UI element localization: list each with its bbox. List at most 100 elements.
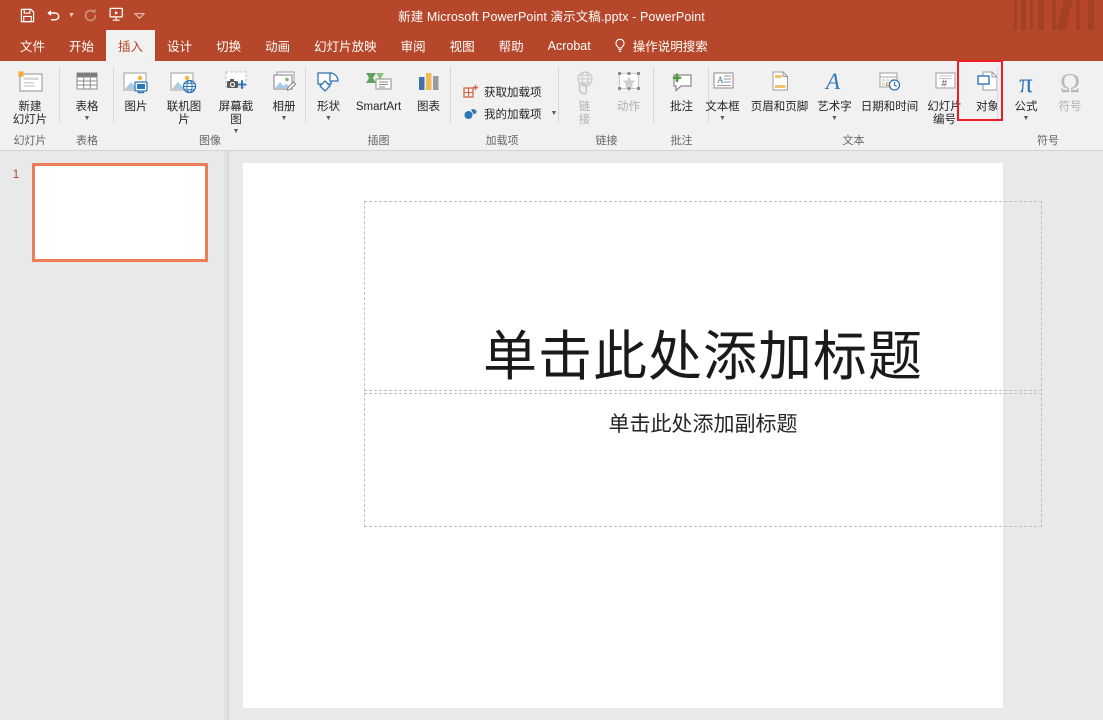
subtitle-placeholder[interactable]: 单击此处添加副标题 [364, 393, 1042, 527]
svg-text:A: A [717, 75, 724, 85]
online-picture-button[interactable]: 联机图片 [158, 65, 210, 127]
title-placeholder-text: 单击此处添加标题 [483, 326, 923, 387]
work-area: 1 单击此处添加标题 单击此处添加副标题 [0, 151, 1103, 720]
new-slide-label: 新建 幻灯片 [12, 101, 48, 126]
undo-icon[interactable] [40, 3, 66, 27]
screenshot-button[interactable]: 屏幕截图 ▼ [210, 65, 262, 135]
subtitle-placeholder-text: 单击此处添加副标题 [608, 413, 798, 436]
textbox-button[interactable]: A 文本框 ▼ [699, 65, 747, 122]
date-time-label: 日期和时间 [860, 101, 919, 113]
tab-design[interactable]: 设计 [155, 30, 204, 61]
photo-album-icon [268, 67, 300, 99]
ribbon-group-table: 表格 ▼ 表格 [60, 61, 114, 151]
slide-number-button[interactable]: # 幻灯片 编号 [923, 65, 967, 127]
thumbnail-scrollbar[interactable] [224, 151, 228, 720]
ribbon-group-addins: 获取加载项 我的加载项 ▼ 加载项 [451, 61, 559, 151]
svg-text:A: A [824, 70, 841, 94]
get-addins-icon [463, 84, 479, 100]
slide-canvas[interactable]: 单击此处添加标题 单击此处添加副标题 [243, 163, 1042, 708]
ribbon-group-text: A 文本框 ▼ 页眉和页脚 A 艺术字 ▼ 日期和时间 # 幻灯片 编号 对象 … [705, 61, 999, 151]
shapes-button[interactable]: 形状 ▼ [309, 65, 349, 122]
header-footer-button[interactable]: 页眉和页脚 [747, 65, 813, 114]
shapes-label: 形状 [317, 101, 340, 113]
header-footer-icon [765, 67, 795, 99]
link-button: 链 接 [563, 65, 607, 127]
wordart-label: 艺术字 [817, 101, 852, 113]
slide-thumbnail-1[interactable] [32, 163, 208, 262]
save-icon[interactable] [14, 3, 40, 27]
comment-label: 批注 [670, 101, 693, 113]
tab-review[interactable]: 审阅 [389, 30, 438, 61]
customize-qat-icon[interactable] [129, 3, 149, 27]
photo-album-label: 相册 [272, 101, 296, 113]
ribbon-tabs: 文件 开始 插入 设计 切换 动画 幻灯片放映 审阅 视图 帮助 Acrobat… [0, 30, 1103, 61]
shapes-dropdown-icon[interactable]: ▼ [325, 115, 332, 122]
slide-number-label: 幻灯片 编号 [927, 101, 962, 126]
my-addins-button[interactable]: 我的加载项 ▼ [457, 103, 563, 125]
smartart-button[interactable]: SmartArt [349, 65, 409, 114]
ribbon-group-illustrations: 形状 ▼ SmartArt 图表 插图 [306, 61, 451, 151]
group-label-images: 图像 [199, 135, 221, 147]
textbox-dropdown-icon[interactable]: ▼ [719, 115, 726, 122]
redo-icon [77, 3, 103, 27]
equation-button[interactable]: π 公式 ▼ [1004, 65, 1048, 122]
my-addins-icon [463, 106, 479, 122]
screenshot-icon [220, 67, 252, 99]
wordart-dropdown-icon[interactable]: ▼ [831, 115, 838, 122]
start-slideshow-icon[interactable] [103, 3, 129, 27]
ribbon-group-images: 图片 联机图片 屏幕截图 ▼ 相册 ▼ 图像 [114, 61, 306, 151]
equation-dropdown-icon[interactable]: ▼ [1023, 115, 1030, 122]
tab-help[interactable]: 帮助 [487, 30, 536, 61]
ribbon-group-slides: 新建 幻灯片 幻灯片 [0, 61, 60, 151]
get-addins-button[interactable]: 获取加载项 [457, 81, 548, 103]
group-label-table: 表格 [76, 135, 98, 147]
window-controls-decoration [1000, 0, 1103, 30]
tab-slideshow[interactable]: 幻灯片放映 [302, 30, 389, 61]
tab-file[interactable]: 文件 [8, 30, 57, 61]
thumbnail-list-item[interactable]: 1 [0, 163, 208, 262]
title-placeholder[interactable]: 单击此处添加标题 [364, 201, 1042, 391]
action-icon [613, 67, 645, 99]
table-dropdown-icon[interactable]: ▼ [84, 115, 91, 122]
action-label: 动作 [617, 101, 640, 113]
slide-thumbnail-pane[interactable]: 1 [0, 151, 229, 720]
comment-button[interactable]: 批注 [660, 65, 704, 114]
group-label-links: 链接 [595, 135, 618, 147]
picture-button[interactable]: 图片 [114, 65, 158, 114]
title-bar: ▼ 新建 Microsoft PowerPoint 演示文稿.pptx - Po… [0, 0, 1103, 30]
photo-album-button[interactable]: 相册 ▼ [262, 65, 306, 122]
slide-number-icon: # [930, 67, 960, 99]
date-time-button[interactable]: 日期和时间 [857, 65, 923, 114]
new-slide-button[interactable]: 新建 幻灯片 [8, 65, 52, 127]
equation-label: 公式 [1014, 101, 1038, 113]
chart-button[interactable]: 图表 [409, 65, 449, 114]
tab-animations[interactable]: 动画 [253, 30, 302, 61]
wordart-icon: A [820, 67, 850, 99]
symbol-button: Ω 符号 [1048, 65, 1092, 114]
symbol-label: 符号 [1058, 101, 1082, 113]
tell-me-search[interactable]: 操作说明搜索 [603, 30, 708, 61]
my-addins-dropdown-icon[interactable]: ▼ [551, 110, 558, 117]
photo-album-dropdown-icon[interactable]: ▼ [281, 115, 288, 122]
date-time-icon [875, 67, 905, 99]
tab-view[interactable]: 视图 [438, 30, 487, 61]
tab-transitions[interactable]: 切换 [204, 30, 253, 61]
smartart-icon [363, 67, 395, 99]
group-label-addins: 加载项 [485, 135, 519, 147]
link-icon [569, 67, 601, 99]
tab-home[interactable]: 开始 [57, 30, 106, 61]
symbol-icon: Ω [1059, 68, 1081, 98]
action-button: 动作 [607, 65, 651, 114]
slide-number-label: 1 [12, 167, 20, 181]
wordart-button[interactable]: A 艺术字 ▼ [813, 65, 857, 122]
quick-access-toolbar: ▼ [0, 3, 149, 27]
online-picture-icon [168, 67, 200, 99]
group-label-illustrations: 插图 [367, 135, 390, 147]
object-label: 对象 [976, 101, 999, 113]
undo-dropdown-icon[interactable]: ▼ [66, 3, 77, 27]
tab-insert[interactable]: 插入 [106, 30, 156, 61]
table-button[interactable]: 表格 ▼ [65, 65, 109, 122]
tab-acrobat[interactable]: Acrobat [536, 30, 603, 61]
online-picture-label: 联机图片 [166, 101, 202, 126]
ribbon: 新建 幻灯片 幻灯片 表格 ▼ 表格 图片 联机图片 屏幕截图 ▼ 相册 ▼ 图… [0, 60, 1103, 151]
